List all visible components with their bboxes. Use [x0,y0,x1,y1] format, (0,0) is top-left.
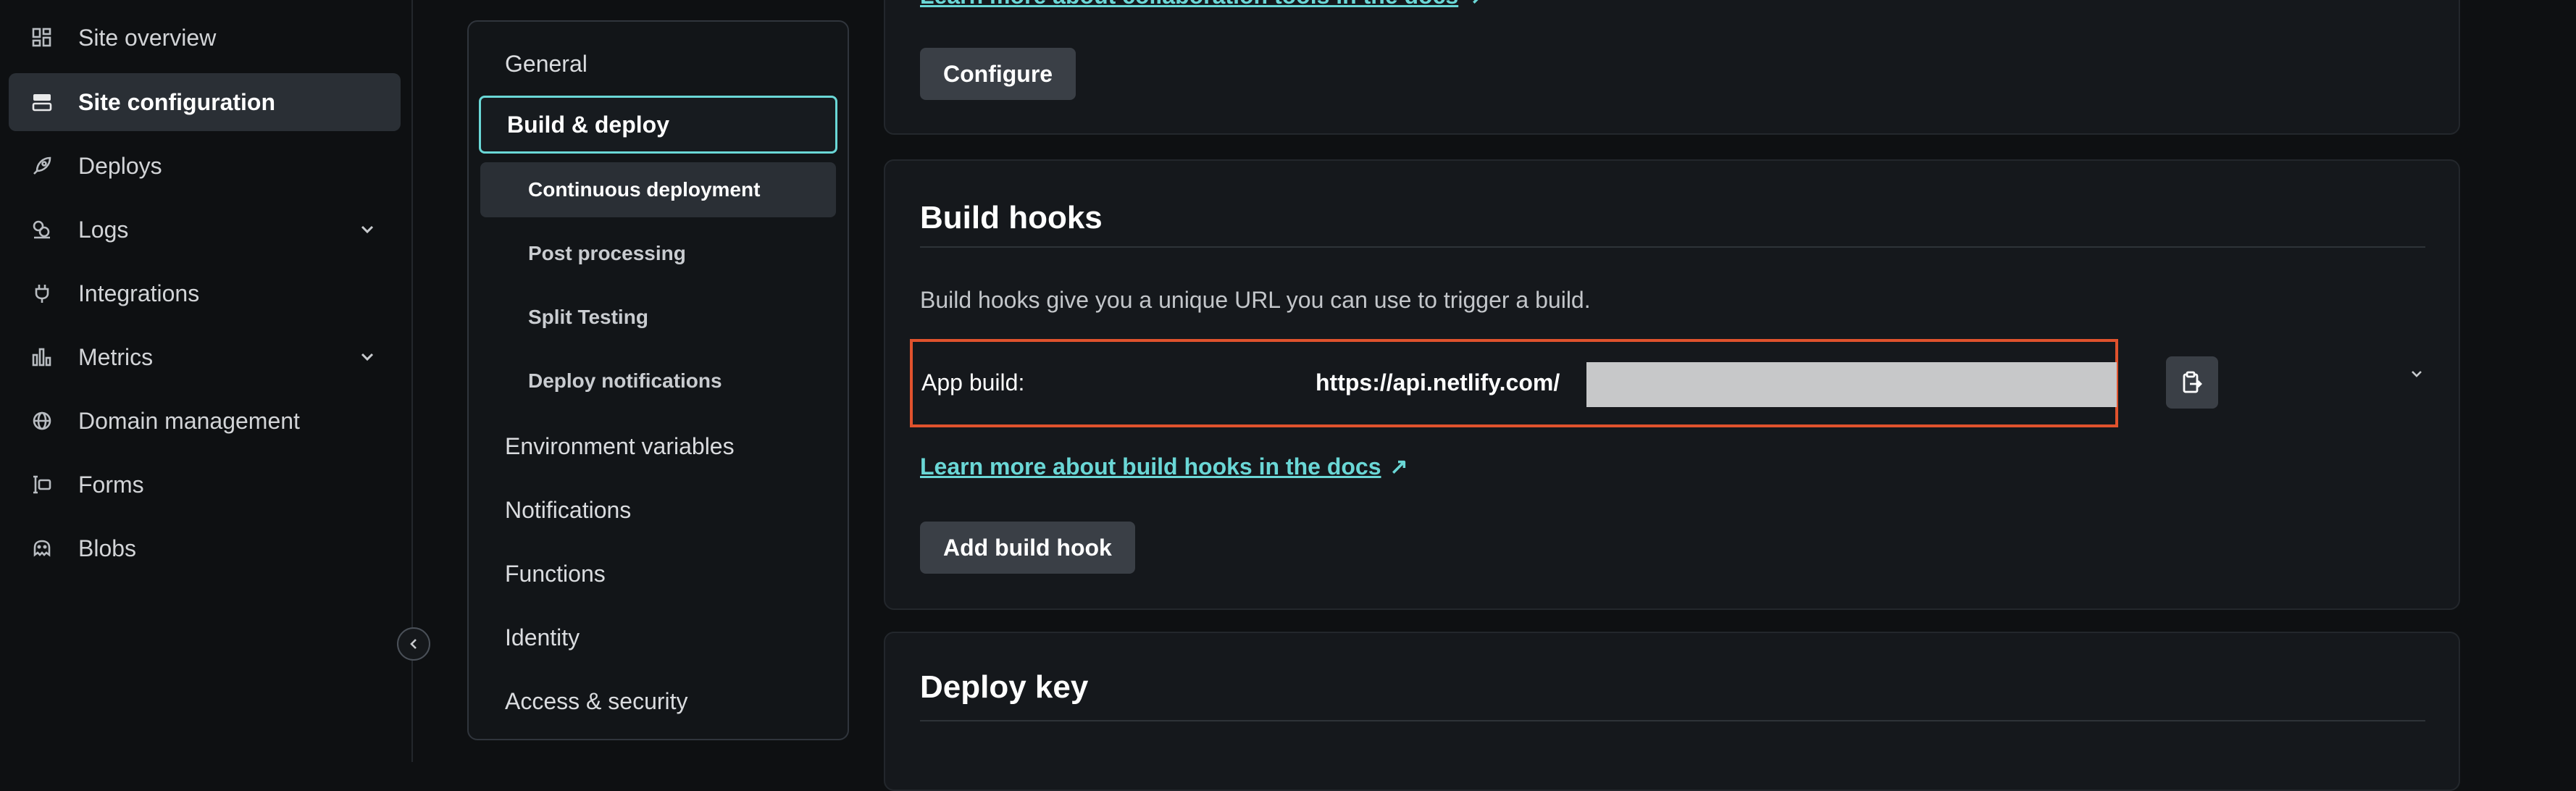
deploy-key-title: Deploy key [920,669,1089,705]
sidebar-item-metrics[interactable]: Metrics [9,328,401,386]
divider [920,246,2425,248]
sidebar-item-forms[interactable]: Forms [9,456,401,514]
copy-to-clipboard-button[interactable] [2166,356,2218,409]
menu-item-environment-variables[interactable]: Environment variables [479,417,837,475]
sidebar-item-label: Forms [78,471,144,498]
sidebar-item-label: Logs [78,216,129,243]
menu-subitem-label: Split Testing [528,306,648,328]
menu-subitem-continuous-deployment[interactable]: Continuous deployment [480,162,836,217]
chevron-down-icon[interactable] [356,346,379,369]
menu-item-identity[interactable]: Identity [479,608,837,666]
collaboration-card: Learn more about collaboration tools in … [884,0,2460,135]
logs-icon [28,215,57,244]
menu-item-label: Functions [505,560,606,587]
menu-item-label: General [505,50,587,77]
menu-item-notifications[interactable]: Notifications [479,481,837,539]
hook-name-label: App build: [921,369,1025,396]
configure-button[interactable]: Configure [920,48,1076,100]
plug-icon [28,279,57,308]
sidebar-item-logs[interactable]: Logs [9,201,401,259]
build-hooks-docs-link-row: Learn more about build hooks in the docs… [920,453,1408,480]
deploy-key-card: Deploy key [884,632,2460,791]
menu-item-label: Build & deploy [507,111,669,138]
form-icon [28,470,57,499]
collapse-sidebar-button[interactable] [397,627,430,661]
redacted-url-segment [1586,362,2117,407]
globe-icon [28,406,57,435]
sidebar-item-label: Site configuration [78,88,275,115]
build-hook-row: App build: https://api.netlify.com/ [910,339,2118,427]
chevron-left-icon [410,639,417,649]
rocket-icon [28,151,57,180]
menu-item-general[interactable]: General [479,35,837,93]
menu-subitem-split-testing[interactable]: Split Testing [480,290,836,345]
hook-url: https://api.netlify.com/ [1316,369,1560,396]
build-hooks-description: Build hooks give you a unique URL you ca… [920,287,1591,313]
build-hooks-docs-link[interactable]: Learn more about build hooks in the docs [920,453,1381,480]
collaboration-docs-link[interactable]: Learn more about collaboration tools in … [920,0,1458,9]
sidebar-item-site-overview[interactable]: Site overview [9,9,401,67]
grid-icon [28,23,57,52]
sidebar-item-domain-management[interactable]: Domain management [9,392,401,450]
chevron-down-icon[interactable] [356,218,379,241]
build-hooks-title: Build hooks [920,200,1103,235]
sidebar-item-label: Blobs [78,535,137,561]
sidebar-item-label: Integrations [78,280,200,306]
menu-item-label: Identity [505,624,580,650]
menu-subitem-label: Continuous deployment [528,178,761,201]
sidebar-item-blobs[interactable]: Blobs [9,519,401,577]
divider [920,720,2425,721]
menu-item-build-deploy[interactable]: Build & deploy [479,96,837,154]
chevron-down-icon[interactable] [2402,359,2431,388]
build-hooks-card: Build hooks Build hooks give you a uniqu… [884,159,2460,610]
settings-menu: General Build & deploy Continuous deploy… [467,20,849,740]
menu-item-label: Notifications [505,496,632,523]
bar-chart-icon [28,343,57,372]
clipboard-icon [2183,371,2202,393]
sidebar-item-label: Deploys [78,152,162,179]
external-link-icon: ↗ [1389,455,1408,479]
server-icon [28,88,57,117]
blob-icon [28,534,57,563]
sidebar-item-deploys[interactable]: Deploys [9,137,401,195]
add-build-hook-button[interactable]: Add build hook [920,522,1135,574]
menu-item-functions[interactable]: Functions [479,545,837,603]
menu-item-label: Access & security [505,687,688,714]
sidebar-item-integrations[interactable]: Integrations [9,264,401,322]
menu-item-access-security[interactable]: Access & security [479,672,837,730]
menu-subitem-label: Post processing [528,242,686,264]
menu-subitem-deploy-notifications[interactable]: Deploy notifications [480,353,836,409]
menu-subitem-post-processing[interactable]: Post processing [480,226,836,281]
menu-subitem-label: Deploy notifications [528,369,722,392]
sidebar-item-site-configuration[interactable]: Site configuration [9,73,401,131]
external-link-icon: ↗ [1471,0,1489,9]
sidebar-item-label: Metrics [78,343,154,370]
sidebar-item-label: Site overview [78,24,217,51]
sidebar: Site overview Site configuration Deploys… [0,0,413,762]
menu-item-label: Environment variables [505,432,735,459]
sidebar-item-label: Domain management [78,407,300,434]
